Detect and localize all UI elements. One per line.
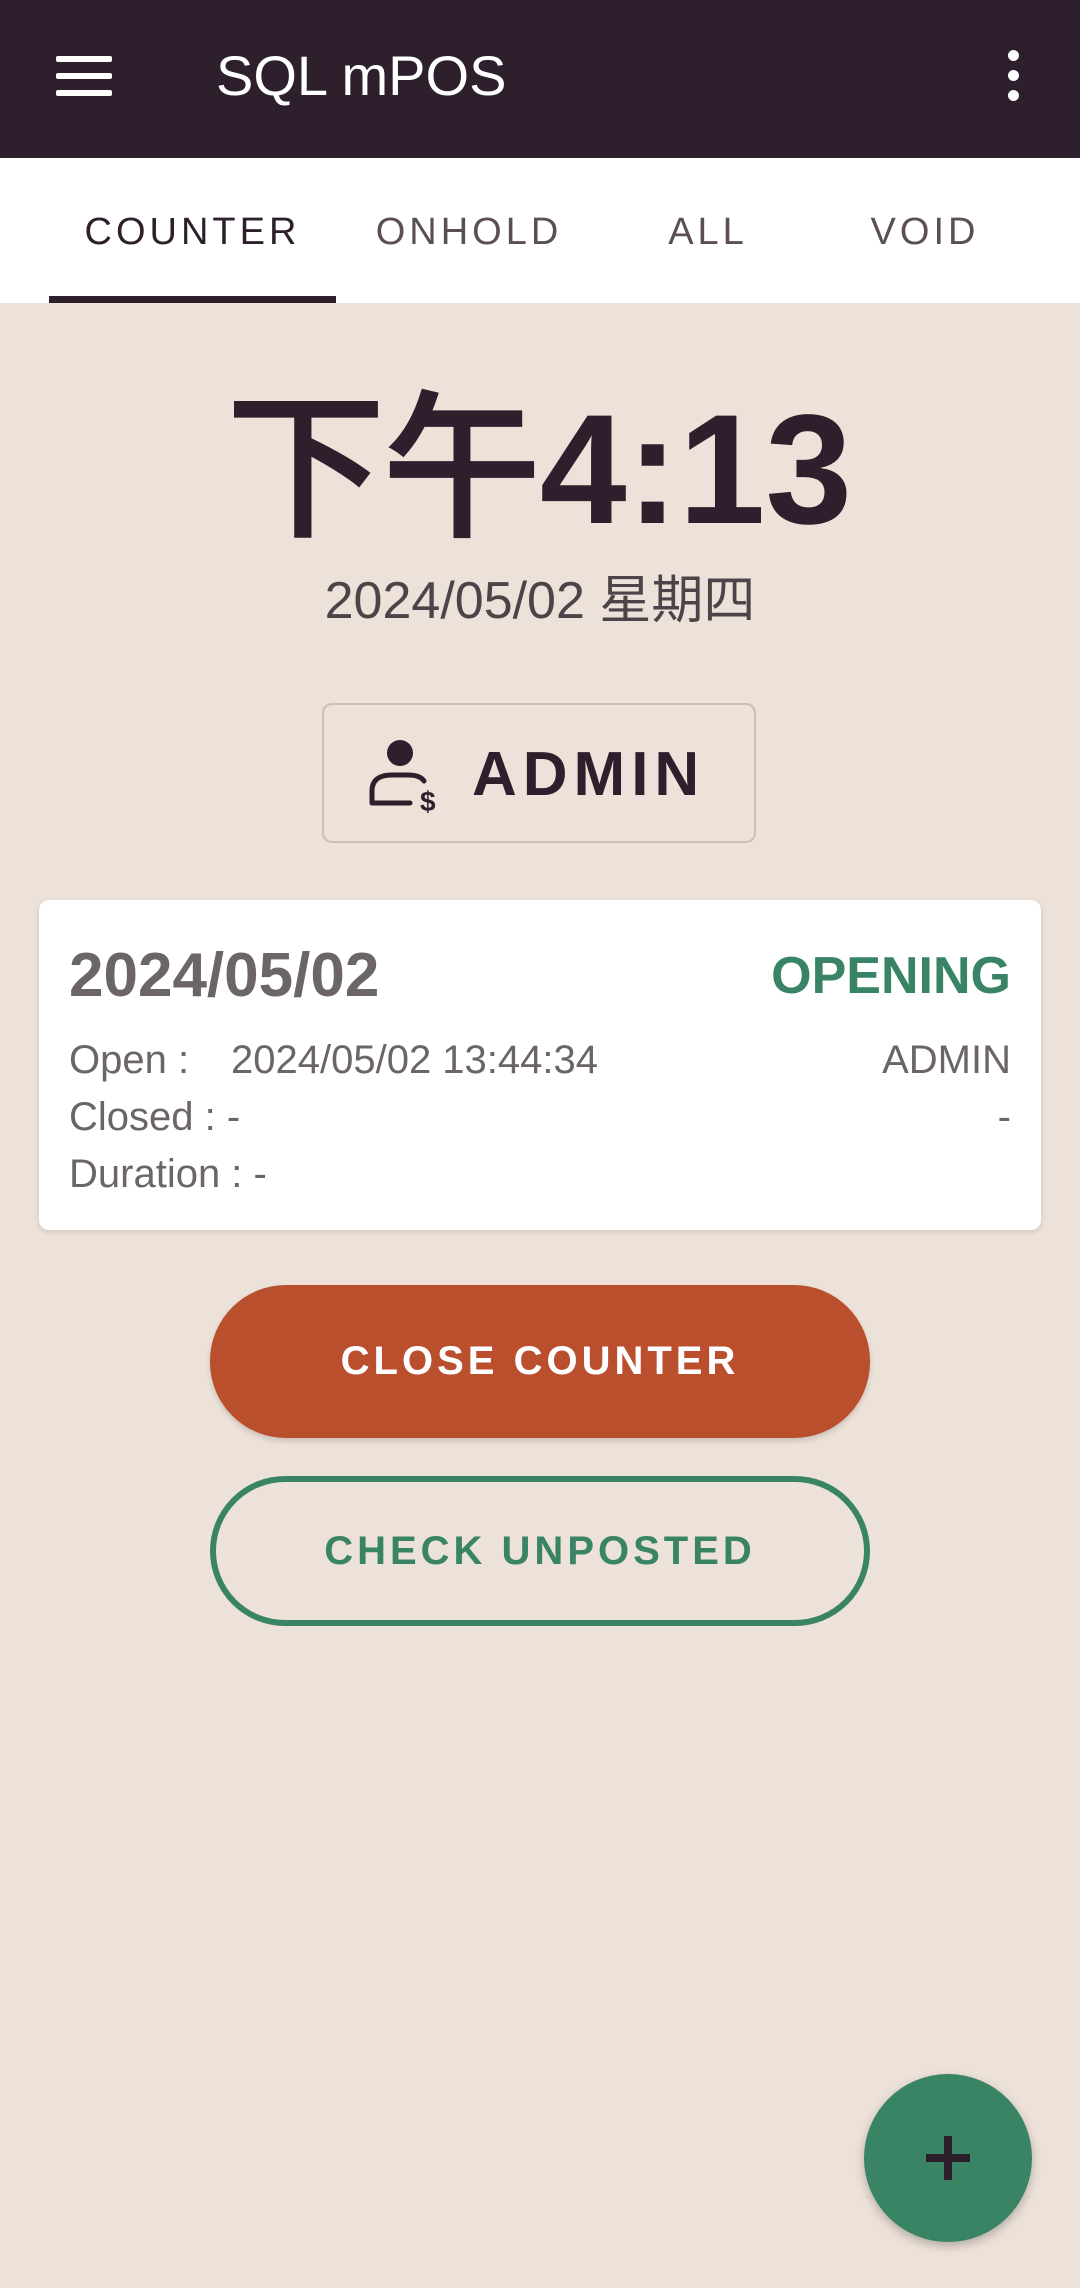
check-unposted-button[interactable]: CHECK UNPOSTED <box>210 1476 870 1626</box>
active-tab-indicator <box>49 296 336 303</box>
closed-row: Closed : - - <box>69 1095 1011 1145</box>
duration-label: Duration : - <box>69 1152 267 1196</box>
app-title: SQL mPOS <box>216 44 507 107</box>
plus-icon-stroke <box>944 2136 952 2180</box>
open-timestamp: 2024/05/02 13:44:34 <box>231 1038 599 1082</box>
clock-time: 下午4:13 <box>227 383 853 557</box>
tab-onhold[interactable]: ONHOLD <box>336 158 602 303</box>
hamburger-menu-icon[interactable] <box>56 56 112 96</box>
open-user: ADMIN <box>882 1038 1011 1082</box>
close-counter-button[interactable]: CLOSE COUNTER <box>210 1285 870 1438</box>
tab-void[interactable]: VOID <box>814 158 1036 303</box>
more-vert-icon[interactable] <box>1000 50 1028 106</box>
duration-row: Duration : - <box>69 1152 1011 1202</box>
cashier-user-icon: $ <box>369 740 436 815</box>
svg-text:$: $ <box>420 786 436 815</box>
tab-all[interactable]: ALL <box>602 158 814 303</box>
add-fab-button[interactable] <box>864 2074 1032 2242</box>
closed-user: - <box>997 1095 1011 1139</box>
open-row: Open : 2024/05/02 13:44:34 ADMIN <box>69 1038 1011 1088</box>
clock-date: 2024/05/02 星期四 <box>324 572 756 630</box>
user-button[interactable]: $ ADMIN <box>322 703 756 843</box>
app-bar: SQL mPOS <box>0 0 1080 158</box>
status-badge: OPENING <box>771 947 1011 1005</box>
open-label: Open : <box>69 1038 190 1082</box>
tab-counter[interactable]: COUNTER <box>49 158 336 303</box>
tab-bar: COUNTER ONHOLD ALL VOID <box>0 158 1080 303</box>
closed-label: Closed : - <box>69 1095 241 1139</box>
counter-session-card[interactable]: 2024/05/02 OPENING Open : 2024/05/02 13:… <box>39 900 1041 1230</box>
user-name: ADMIN <box>472 740 706 809</box>
session-date: 2024/05/02 <box>69 941 380 1010</box>
